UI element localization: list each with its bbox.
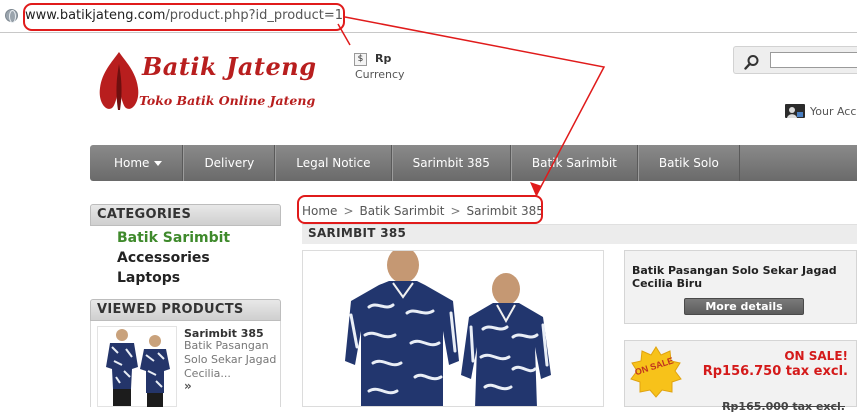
category-batik-sarimbit[interactable]: Batik Sarimbit [117, 230, 230, 246]
nav-item-sarimbit-385[interactable]: Sarimbit 385 [391, 145, 511, 181]
product-price: Rp156.750 tax excl. [702, 364, 848, 379]
category-accessories[interactable]: Accessories [117, 250, 210, 266]
url-annotation-ring [23, 3, 345, 31]
logo-title: Batik Jateng [142, 52, 317, 81]
nav-item-legal-notice[interactable]: Legal Notice [275, 145, 392, 181]
more-details-button[interactable]: More details [684, 298, 804, 315]
currency-value[interactable]: Rp [375, 52, 391, 65]
batik-logo-icon [99, 52, 139, 110]
globe-icon [5, 9, 18, 23]
nav-item-delivery[interactable]: Delivery [183, 145, 276, 181]
viewed-products-heading: VIEWED PRODUCTS [90, 299, 281, 321]
breadcrumb-annotation-ring [297, 195, 543, 224]
nav-item-home[interactable]: Home [90, 145, 184, 181]
main-nav: Home Delivery Legal Notice Sarimbit 385 … [90, 145, 857, 181]
logo-subtitle: Toko Batik Online Jateng [139, 93, 316, 108]
viewed-product-desc: Batik Pasangan Solo Sekar Jagad Cecilia.… [184, 339, 277, 380]
on-sale-badge-icon: ON SALE [630, 346, 682, 398]
site-logo[interactable]: Batik Jateng Toko Batik Online Jateng [96, 50, 316, 120]
on-sale-label: ON SALE! [784, 349, 848, 363]
currency-icon[interactable]: $ [354, 53, 367, 66]
chevron-down-icon [154, 161, 163, 166]
categories-heading: CATEGORIES [90, 204, 281, 226]
product-image[interactable] [302, 250, 604, 407]
category-laptops[interactable]: Laptops [117, 270, 180, 286]
product-title: SARIMBIT 385 [308, 226, 407, 240]
search-input[interactable] [770, 52, 857, 68]
nav-item-label: Home [114, 156, 150, 170]
nav-item-batik-solo[interactable]: Batik Solo [637, 145, 740, 181]
viewed-product-more-link[interactable]: » [184, 379, 192, 393]
nav-item-batik-sarimbit[interactable]: Batik Sarimbit [510, 145, 638, 181]
related-product-title[interactable]: Batik Pasangan Solo Sekar Jagad Cecilia … [632, 264, 854, 290]
shirt-pair-image [106, 329, 170, 407]
search-icon[interactable] [744, 54, 760, 70]
currency-label: Currency [355, 68, 405, 81]
viewed-product-thumbnail[interactable] [97, 326, 177, 407]
account-link[interactable]: Your Acc [810, 105, 856, 118]
product-photo [345, 251, 551, 406]
account-icon[interactable] [784, 103, 806, 119]
